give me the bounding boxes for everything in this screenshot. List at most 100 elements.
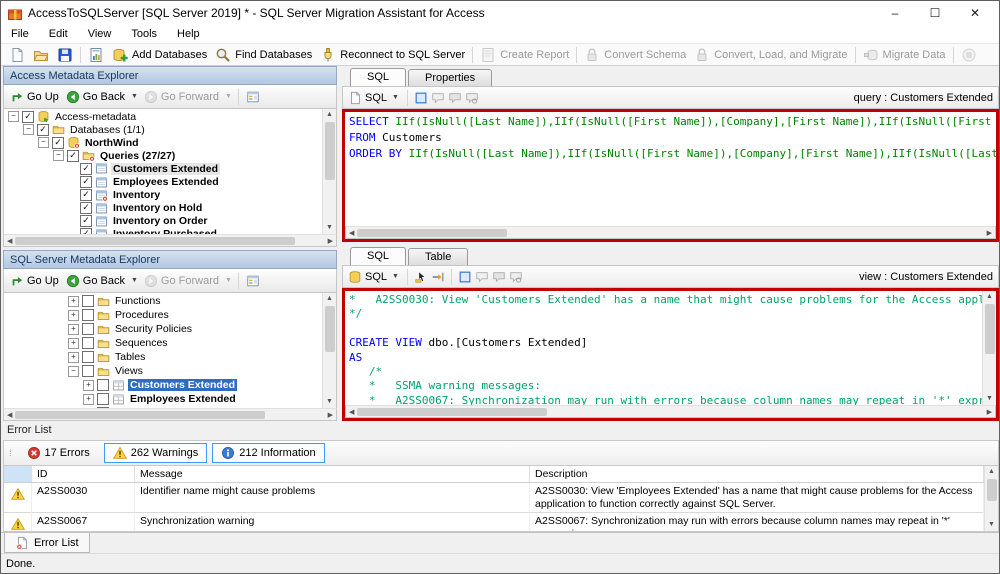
tree-item-inventory-on-order[interactable]: ✓Inventory on Order — [4, 215, 322, 228]
sql-tree-horizontal-scrollbar[interactable]: ◀▶ — [3, 408, 337, 421]
select-box-icon[interactable] — [458, 270, 472, 284]
go-back-button-dropdown[interactable]: ▼ — [129, 93, 140, 100]
error-table-vertical-scrollbar[interactable]: ▲▼ — [984, 466, 998, 531]
access-tree-vertical-scrollbar[interactable]: ▲▼ — [322, 109, 336, 234]
expand-icon[interactable]: + — [68, 352, 79, 363]
checkbox[interactable]: ✓ — [80, 202, 92, 214]
filter-212-information-button[interactable]: 212 Information — [212, 443, 324, 463]
tree-item-northwind[interactable]: −✓NorthWind — [4, 136, 322, 149]
tree-item-inventory-on-hold[interactable]: ✓Inventory on Hold — [4, 202, 322, 215]
view-tab-table[interactable]: Table — [408, 248, 468, 265]
go-up-button[interactable]: Go Up — [7, 89, 62, 105]
collapse-icon[interactable]: − — [53, 150, 64, 161]
chevron-down-icon[interactable]: ▼ — [390, 273, 401, 280]
sql-mode-button[interactable]: SQL — [365, 271, 387, 283]
message-column-header[interactable]: Message — [135, 466, 530, 482]
severity-column-header[interactable] — [4, 466, 32, 482]
comment-bubble-last-icon[interactable] — [465, 91, 479, 105]
checkbox[interactable]: ✓ — [22, 111, 34, 123]
select-box-icon[interactable] — [414, 91, 428, 105]
reconnect-to-sql-server-button[interactable]: Reconnect to SQL Server — [316, 46, 469, 64]
report-button[interactable] — [84, 46, 108, 64]
tree-item-procedures[interactable]: +Procedures — [4, 308, 322, 322]
close-button[interactable]: ✕ — [967, 3, 983, 23]
checkbox[interactable]: ✓ — [80, 215, 92, 227]
query-tab-properties[interactable]: Properties — [408, 69, 492, 86]
expand-icon[interactable]: + — [68, 310, 79, 321]
menu-edit[interactable]: Edit — [39, 26, 78, 42]
expand-icon[interactable]: + — [68, 324, 79, 335]
error-row-a2ss0030[interactable]: A2SS0030Identifier name might cause prob… — [4, 483, 984, 513]
comment-bubble-last-icon[interactable] — [509, 270, 523, 284]
view-code-vertical-scrollbar[interactable]: ▲▼ — [982, 291, 996, 405]
menu-view[interactable]: View — [78, 26, 122, 42]
checkbox[interactable] — [82, 351, 94, 363]
collapse-icon[interactable]: − — [68, 366, 79, 377]
checkbox[interactable] — [82, 309, 94, 321]
id-column-header[interactable]: ID — [32, 466, 135, 482]
go-back-button-dropdown[interactable]: ▼ — [129, 277, 140, 284]
tree-item-functions[interactable]: +Functions — [4, 294, 322, 308]
add-databases-button[interactable]: Add Databases — [108, 46, 211, 64]
checkbox[interactable] — [82, 295, 94, 307]
toolbar-grip[interactable]: ⁞ — [9, 448, 13, 458]
checkbox[interactable]: ✓ — [80, 189, 92, 201]
checkbox[interactable]: ✓ — [67, 150, 79, 162]
collapse-icon[interactable]: − — [8, 111, 19, 122]
checkbox[interactable] — [97, 379, 109, 391]
menu-file[interactable]: File — [1, 26, 39, 42]
expand-icon[interactable]: + — [83, 394, 94, 405]
comment-bubble-next-icon[interactable] — [448, 91, 462, 105]
tree-item-access-metadata[interactable]: −✓Access-metadata — [4, 110, 322, 123]
new-document-button[interactable] — [5, 46, 29, 64]
go-up-button[interactable]: Go Up — [7, 273, 62, 289]
tab-error-list[interactable]: Error List — [4, 533, 90, 553]
filter-262-warnings-button[interactable]: 262 Warnings — [104, 443, 207, 463]
chevron-down-icon[interactable]: ▼ — [390, 94, 401, 101]
tree-item-sequences[interactable]: +Sequences — [4, 336, 322, 350]
cursor-select-icon[interactable] — [414, 270, 428, 284]
tree-item-queries-27-27[interactable]: −✓Queries (27/27) — [4, 149, 322, 162]
expand-icon[interactable]: + — [68, 338, 79, 349]
checkbox[interactable] — [82, 323, 94, 335]
checkbox[interactable]: ✓ — [80, 176, 92, 188]
tree-item-views[interactable]: −Views — [4, 364, 322, 378]
tree-item-customers-extended[interactable]: ✓Customers Extended — [4, 162, 322, 175]
save-button[interactable] — [53, 46, 77, 64]
synchronize-view-button[interactable] — [243, 89, 263, 105]
comment-bubble-icon[interactable] — [475, 270, 489, 284]
minimize-button[interactable]: – — [887, 3, 903, 23]
view-sql-code-area[interactable]: * A2SS0030: View 'Customers Extended' ha… — [342, 288, 999, 421]
access-tree-horizontal-scrollbar[interactable]: ◀▶ — [3, 234, 337, 247]
view-code-horizontal-scrollbar[interactable]: ◀▶ — [345, 405, 996, 418]
tree-item-databases-1-1[interactable]: −✓Databases (1/1) — [4, 123, 322, 136]
filter-17-errors-button[interactable]: 17 Errors — [18, 443, 99, 463]
checkbox[interactable] — [97, 393, 109, 405]
collapse-icon[interactable]: − — [23, 124, 34, 135]
tree-item-employees-extended[interactable]: +Employees Extended — [4, 392, 322, 406]
maximize-button[interactable]: ☐ — [927, 3, 943, 23]
checkbox[interactable]: ✓ — [52, 137, 64, 149]
query-tab-sql[interactable]: SQL — [350, 68, 406, 86]
expand-icon[interactable]: + — [68, 296, 79, 307]
sync-to-target-icon[interactable] — [431, 270, 445, 284]
synchronize-view-button[interactable] — [243, 273, 263, 289]
description-column-header[interactable]: Description — [530, 466, 984, 482]
comment-bubble-next-icon[interactable] — [492, 270, 506, 284]
menu-tools[interactable]: Tools — [121, 26, 167, 42]
collapse-icon[interactable]: − — [38, 137, 49, 148]
query-sql-code-area[interactable]: SELECT IIf(IsNull([Last Name]),IIf(IsNul… — [342, 109, 999, 242]
sql-mode-button[interactable]: SQL — [365, 92, 387, 104]
go-back-button[interactable]: Go Back — [63, 89, 128, 105]
checkbox[interactable]: ✓ — [80, 163, 92, 175]
sql-tree-vertical-scrollbar[interactable]: ▲▼ — [322, 293, 336, 408]
checkbox[interactable] — [82, 337, 94, 349]
query-code-horizontal-scrollbar[interactable]: ◀▶ — [345, 226, 996, 239]
view-tab-sql[interactable]: SQL — [350, 247, 406, 265]
tree-item-security-policies[interactable]: +Security Policies — [4, 322, 322, 336]
tree-item-employees-extended[interactable]: ✓Employees Extended — [4, 175, 322, 188]
error-row-a2ss0067[interactable]: A2SS0067Synchronization warningA2SS0067:… — [4, 513, 984, 531]
go-back-button[interactable]: Go Back — [63, 273, 128, 289]
find-databases-button[interactable]: Find Databases — [211, 46, 316, 64]
tree-item-inventory[interactable]: ✓Inventory — [4, 189, 322, 202]
